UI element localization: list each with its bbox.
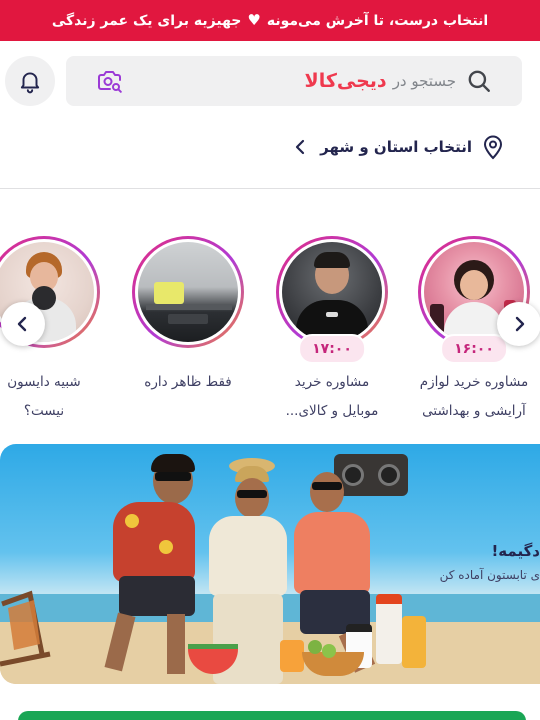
banner-headline: دگیمه! bbox=[491, 542, 540, 560]
story-caption: فقط ظاهر داره bbox=[113, 368, 263, 397]
story-title-line1: مشاوره خرید bbox=[294, 374, 370, 390]
beach-chair-illustration bbox=[0, 590, 51, 667]
stories-next-button[interactable] bbox=[497, 302, 540, 346]
story-ring: ۱۷:۰۰ bbox=[276, 236, 388, 364]
story-title-line2: آرایشی و بهداشتی bbox=[422, 403, 526, 419]
chevron-left-icon bbox=[17, 316, 27, 332]
camera-search-icon[interactable] bbox=[96, 67, 124, 95]
heart-icon: ♥ bbox=[247, 11, 261, 29]
story-caption: شبیه دایسون نیست؟ bbox=[0, 368, 119, 426]
hero-banner[interactable]: دگیمه! ی تابستون آماده کن bbox=[0, 444, 540, 684]
story-title-line1: فقط ظاهر داره bbox=[144, 374, 232, 390]
story-time-badge: ۱۷:۰۰ bbox=[298, 334, 366, 364]
story-item[interactable] bbox=[132, 236, 244, 348]
promo-text-part-1: انتخاب درست، تا آخرش می‌مونه bbox=[266, 12, 489, 29]
notifications-button[interactable] bbox=[5, 56, 55, 106]
story-item[interactable]: ۱۷:۰۰ bbox=[276, 236, 388, 364]
chevron-right-icon bbox=[515, 316, 525, 332]
story-ring bbox=[132, 236, 244, 348]
banner-subline: ی تابستون آماده کن bbox=[439, 568, 540, 582]
location-pin-icon bbox=[483, 135, 503, 160]
story-caption: مشاوره خرید لوازم آرایشی و بهداشتی bbox=[399, 368, 540, 426]
divider bbox=[0, 188, 540, 189]
story-image bbox=[282, 242, 382, 342]
search-icon bbox=[468, 70, 490, 92]
promo-banner[interactable]: انتخاب درست، تا آخرش می‌مونه ♥ جهیزیه بر… bbox=[0, 0, 540, 41]
stories-prev-button[interactable] bbox=[1, 302, 45, 346]
story-time-badge: ۱۶:۰۰ bbox=[440, 334, 508, 364]
brand-logo: دیجی‌کالا bbox=[304, 70, 387, 92]
search-placeholder: جستجو در دیجی‌کالا bbox=[305, 70, 456, 92]
bell-icon bbox=[20, 72, 40, 94]
search-placeholder-text: جستجو در bbox=[392, 72, 456, 90]
story-caption: مشاوره خرید موبایل و کالای... bbox=[257, 368, 407, 426]
story-image bbox=[138, 242, 238, 342]
stories-carousel: ۱۶:۰۰ مشاوره خرید لوازم آرایشی و بهداشتی… bbox=[0, 236, 540, 436]
next-banner-edge[interactable] bbox=[18, 711, 526, 720]
location-selector[interactable]: انتخاب استان و شهر bbox=[292, 133, 504, 161]
location-label: انتخاب استان و شهر bbox=[320, 138, 472, 156]
chevron-left-icon bbox=[296, 139, 305, 155]
story-title-line1: مشاوره خرید لوازم bbox=[419, 374, 529, 390]
story-title-line2: موبایل و کالای... bbox=[285, 403, 379, 419]
story-title-line1: شبیه دایسون bbox=[7, 374, 81, 390]
search-bar[interactable]: جستجو در دیجی‌کالا bbox=[66, 56, 522, 106]
promo-text-part-2: جهیزیه برای یک عمر زندگی bbox=[51, 12, 242, 29]
story-title-line2: نیست؟ bbox=[23, 403, 65, 419]
